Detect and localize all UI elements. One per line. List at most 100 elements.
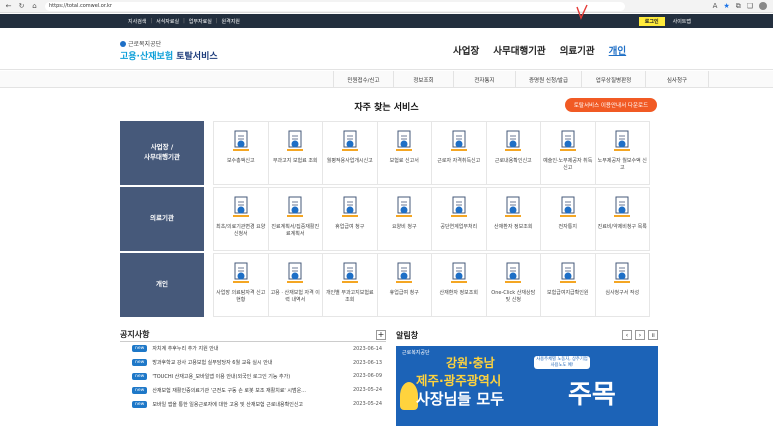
profile-avatar[interactable] [759,1,767,10]
subnav-item-certificate[interactable]: 증명원 신청/발급 [515,71,581,88]
favorite-star-icon[interactable]: ★ [723,2,729,11]
service-item-label: 요양비 청구 [391,224,417,230]
person-document-icon [450,262,467,283]
service-item[interactable]: 휴업급여 청구 [376,253,432,317]
person-money-icon [614,262,631,283]
service-item[interactable]: 부과고지 보험료 조회 [267,121,323,185]
service-item[interactable]: 근로내용확인신고 [485,121,541,185]
service-item[interactable]: 근로자 자격취득신고 [431,121,487,185]
service-item[interactable]: 고용 · 산재보험 자격 이력 내역서 [267,253,323,317]
person-id-icon [505,196,522,217]
person-list-icon [559,262,576,283]
service-item-label: 개인별 부과고지보험료 조회 [325,290,374,303]
person-list-icon [559,130,576,151]
notice-item-date: 2023-05-24 [352,387,382,394]
notice-item[interactable]: new 모바일 앱을 통한 일용근로자에 대한 고용 및 산재보험 근로내용확인신… [120,397,386,411]
alert-pause-button[interactable]: ॥ [648,330,658,340]
extensions-icon[interactable]: ❏ [747,2,753,11]
logo-title-b: 토탈서비스 [173,52,218,62]
service-item[interactable]: 보험급여지급확인원 [540,253,596,317]
sub-nav: 민원접수/신고 정보조회 전자통지 증명원 신청/발급 업무상질병판정 심사청구 [0,71,773,88]
banner-line2: 제주·광주광역시 [416,373,502,388]
service-item-label: 부과고지 보험료 조회 [272,158,318,164]
service-item[interactable]: 공단연계업무처리 [431,187,487,251]
service-item[interactable]: 진료비/약제비청구 목록 [594,187,650,251]
service-row: 개인 사업장 의료탐자격 신고현황 고용 · 산재보험 자격 이력 내역서 개인별 부… [120,253,658,317]
notice-list: new 자치계 추후누리 추가 지원 안내 2023-06-14 new 방과후학교 강… [120,342,386,411]
service-item-label: 예술인·노무제공자 취득신고 [543,158,593,171]
subnav-item-info[interactable]: 정보조회 [393,71,453,88]
person-id-icon [505,130,522,151]
service-item[interactable]: 최초/의료기관변경 요양신청서 [213,187,269,251]
back-icon[interactable]: ← [4,2,13,11]
nav-medical[interactable]: 의료기관 [560,43,595,57]
service-item[interactable]: 개인별 부과고지보험료 조회 [322,253,378,317]
utility-link-forms[interactable]: 서식자료실 [156,18,179,25]
sitemap-link[interactable]: 사이트맵 [673,18,691,25]
utility-link-branch[interactable]: 지사검색 [128,18,146,25]
login-button[interactable]: 로그인 [638,16,665,26]
service-item[interactable]: 사업장 의료탐자격 신고현황 [213,253,269,317]
service-row: 사업장 / 사무대행기관 보수총액신고 부과고지 보험료 조회 월평적용사업개시신고 보… [120,121,658,185]
guide-download-button[interactable]: 토탈서비스 이용안내서 다운로드 [565,98,657,112]
notice-title: 공지사항 [120,330,150,339]
banner-line1: 강원·충남 [446,356,495,370]
nav-workplace[interactable]: 사업장 [453,43,479,57]
document-stack-icon [341,196,358,217]
subnav-item-disease[interactable]: 업무상질병판정 [581,71,645,88]
document-money-icon [396,130,413,151]
document-stack-icon [341,130,358,151]
service-item[interactable]: 전자통지 [540,187,596,251]
service-item-label: 산재환자 정보조회 [439,290,478,296]
service-row-label: 개인 [120,253,204,317]
address-bar[interactable]: https://total.comwel.or.kr [45,1,625,11]
notice-panel: 공지사항 + new 자치계 추후누리 추가 지원 안내 2023-06-14 new… [120,328,386,426]
notice-item[interactable]: new 자치계 추후누리 추가 지원 안내 2023-06-14 [120,342,386,356]
service-item[interactable]: 보험료 신고서 [376,121,432,185]
notice-item-date: 2023-06-13 [352,359,382,366]
service-item[interactable]: 월평적용사업개시신고 [322,121,378,185]
service-item[interactable]: 요양비 청구 [376,187,432,251]
refresh-icon[interactable]: ↻ [17,2,26,11]
notice-item-title: 방과후학교 강사 고용보험 실무담당자 6월 교육 실시 안내 [152,360,273,367]
logo-emblem-icon [120,40,126,47]
nav-personal[interactable]: 개인 [609,43,626,57]
service-item-label: 노무제공자 월보수액 신고 [597,158,647,171]
service-item[interactable]: 진료계획서/집중재활진료계획서 [267,187,323,251]
service-item[interactable]: 휴업급여 청구 [322,187,378,251]
document-stack-icon [341,262,358,283]
services-title: 자주 찾는 서비스 [354,103,419,113]
subnav-item-complaint[interactable]: 민원접수/신고 [333,71,393,88]
alert-banner[interactable]: 근로복지공단 강원·충남 사용주체별 노동자, 상주기업 사용노도 예! 제주·… [396,346,658,426]
service-item[interactable]: 예술인·노무제공자 취득신고 [540,121,596,185]
notice-more-button[interactable]: + [376,329,386,340]
alert-prev-button[interactable]: ‹ [622,330,632,340]
service-item[interactable]: 산재환자 정보조회 [431,253,487,317]
collections-icon[interactable]: ⧉ [736,2,741,11]
person-document-icon [450,196,467,217]
home-icon[interactable]: ⌂ [30,2,39,11]
site-logo[interactable]: 근로복지공단 고용·산재보험 토탈서비스 [120,39,218,62]
utility-link-materials[interactable]: 업무자료실 [189,18,212,25]
utility-link-remote[interactable]: 원격지원 [222,18,240,25]
notice-item[interactable]: new 방과후학교 강사 고용보험 실무담당자 6월 교육 실시 안내 2023-0… [120,356,386,370]
service-item[interactable]: One-Click 산재상담 및 신청 [485,253,541,317]
notice-item[interactable]: new 산재보험 재활인증의료기관 '근전도 구동 손 로봇 보조 재활치료' 시… [120,383,386,397]
banner-side-note: 사용주체별 노동자, 상주기업 사용노도 예! [534,356,590,369]
utility-links: 지사검색 | 서식자료실 | 업무자료실 | 원격지원 [128,18,240,25]
notice-item-date: 2023-06-14 [352,345,382,352]
service-item[interactable]: 노무제공자 월보수액 신고 [594,121,650,185]
alert-next-button[interactable]: › [635,330,645,340]
service-item[interactable]: 보수총액신고 [213,121,269,185]
subnav-item-notify[interactable]: 전자통지 [453,71,515,88]
read-aloud-icon[interactable]: A [713,2,718,11]
service-item[interactable]: 심사청구서 작성 [594,253,650,317]
service-item[interactable]: 산재환자 정보조회 [485,187,541,251]
notice-item[interactable]: new 'TOUCHI 산재고용_모바일앱 이용 안내(외국인 로그인 기능 추가… [120,370,386,384]
service-row: 의료기관 최초/의료기관변경 요양신청서 진료계획서/집중재활진료계획서 휴업급여 청… [120,187,658,251]
document-check-icon [287,262,304,283]
nav-agency[interactable]: 사무대행기관 [493,43,545,57]
service-item-label: 산재환자 정보조회 [494,224,533,230]
subnav-item-appeal[interactable]: 심사청구 [645,71,709,88]
notice-item-title: 모바일 앱을 통한 일용근로자에 대한 고용 및 산재보험 근로내용확인신고 [152,401,304,408]
